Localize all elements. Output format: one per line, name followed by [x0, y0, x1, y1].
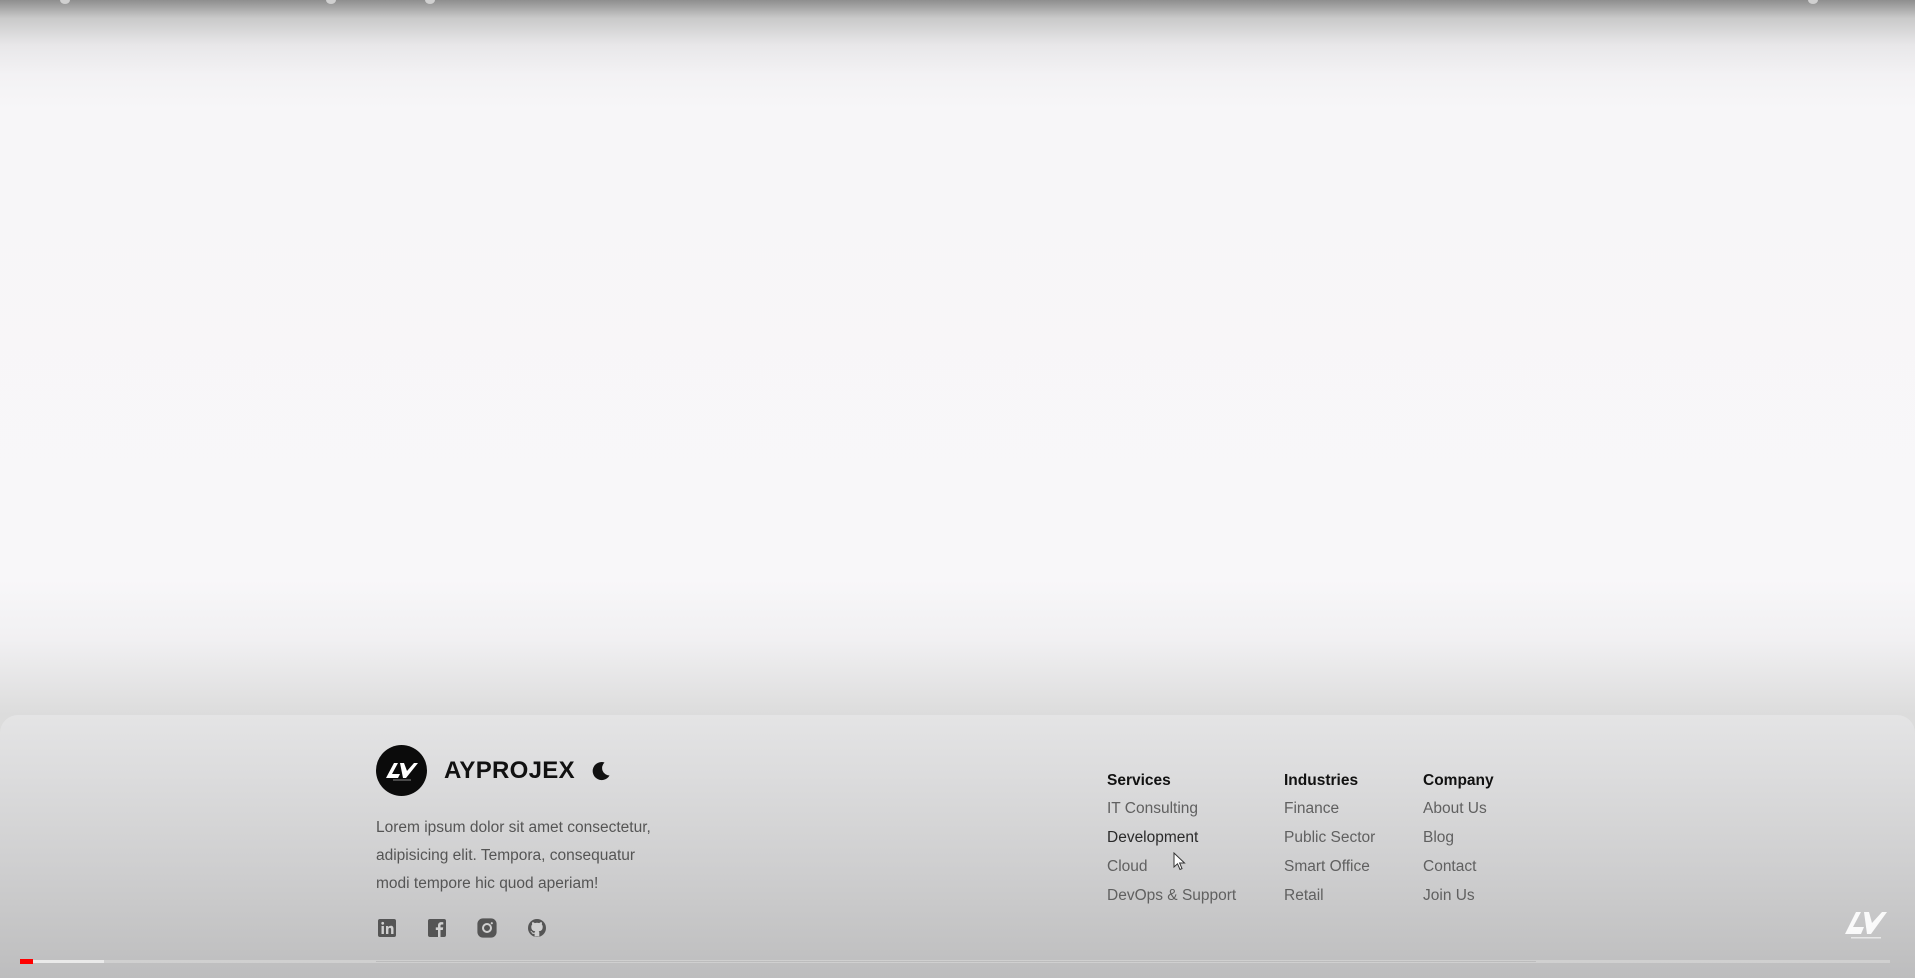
video-progress-bar[interactable]	[20, 959, 1890, 964]
footer-link[interactable]: Join Us	[1423, 881, 1494, 910]
footer-link[interactable]: About Us	[1423, 794, 1494, 823]
github-icon[interactable]	[526, 917, 548, 939]
footer-link[interactable]: Cloud	[1107, 852, 1236, 881]
footer-link[interactable]: Blog	[1423, 823, 1494, 852]
social-links	[376, 917, 576, 939]
progress-played	[20, 959, 34, 964]
ay-watermark-icon	[1843, 908, 1889, 947]
footer-link[interactable]: Retail	[1284, 881, 1375, 910]
mouse-cursor-icon	[1173, 851, 1187, 877]
column-title: Services	[1107, 772, 1171, 789]
top-edge-dot	[425, 0, 435, 4]
column-title: Company	[1423, 772, 1494, 789]
footer-link[interactable]: Public Sector	[1284, 823, 1375, 852]
brand-logo-icon[interactable]	[376, 745, 427, 796]
brand-description: Lorem ipsum dolor sit amet consectetur, …	[376, 814, 716, 898]
top-edge-dot	[60, 0, 70, 4]
footer-link[interactable]: Finance	[1284, 794, 1375, 823]
video-frame: AYPROJEX Lorem ipsum dolor sit amet cons…	[0, 0, 1915, 978]
footer-link[interactable]: Contact	[1423, 852, 1494, 881]
top-edge-dot	[1808, 0, 1818, 4]
facebook-icon[interactable]	[426, 917, 448, 939]
description-line: adipisicing elit. Tempora, consequatur	[376, 847, 636, 864]
description-line: Lorem ipsum dolor sit amet consectetur,	[376, 819, 651, 836]
description-line: modi tempore hic quod aperiam!	[376, 875, 599, 892]
footer-column-company: Company About Us Blog Contact Join Us	[1423, 772, 1494, 910]
footer-link[interactable]: Smart Office	[1284, 852, 1375, 881]
moon-icon[interactable]	[590, 760, 612, 782]
site-footer	[0, 715, 1915, 978]
footer-link[interactable]: Development	[1107, 823, 1236, 852]
footer-brand: AYPROJEX	[376, 745, 612, 796]
footer-link[interactable]: DevOps & Support	[1107, 881, 1236, 910]
linkedin-icon[interactable]	[376, 917, 398, 939]
instagram-icon[interactable]	[476, 917, 498, 939]
footer-column-industries: Industries Finance Public Sector Smart O…	[1284, 772, 1375, 910]
footer-column-services: Services IT Consulting Development Cloud…	[1107, 772, 1236, 910]
footer-link[interactable]: IT Consulting	[1107, 794, 1236, 823]
top-edge-dot	[326, 0, 336, 4]
brand-name[interactable]: AYPROJEX	[444, 757, 575, 785]
column-title: Industries	[1284, 772, 1359, 789]
